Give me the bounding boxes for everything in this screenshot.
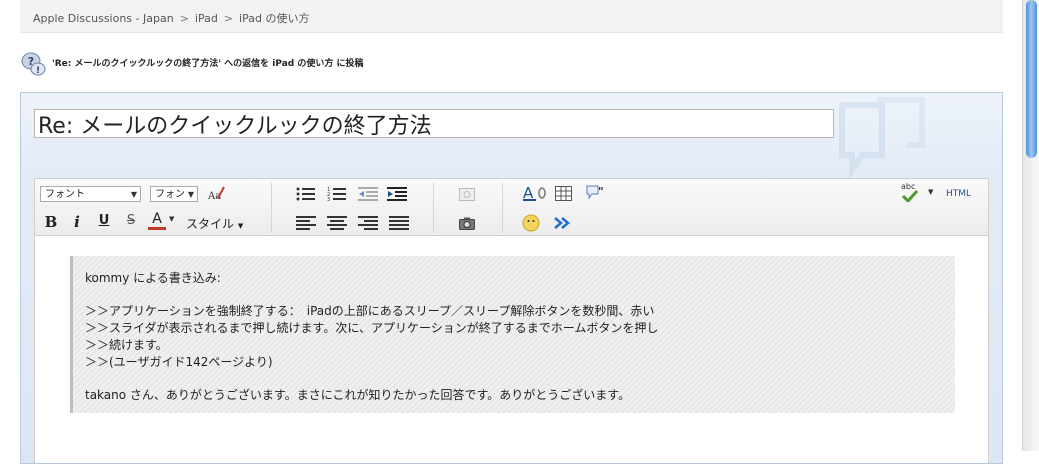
style-menu[interactable]: スタイル ▼ xyxy=(186,215,243,232)
chevron-down-icon: ▼ xyxy=(187,190,194,199)
quoted-message: kommy による書き込み: ＞＞アプリケーションを強制終了する： iPadの上… xyxy=(70,256,955,413)
page-title: 'Re: メールのクイックルックの終了方法' への返信を iPad の使い方 に… xyxy=(52,59,364,69)
toolbar-divider xyxy=(433,183,434,233)
clear-format-icon[interactable]: Aa xyxy=(206,184,226,202)
post-heading: ? ! 'Re: メールのクイックルックの終了方法' への返信を iPad の使… xyxy=(20,50,720,78)
svg-text:3: 3 xyxy=(327,197,330,202)
more-options-icon[interactable] xyxy=(554,217,572,229)
message-body-editor[interactable]: kommy による書き込み: ＞＞アプリケーションを強制終了する： iPadの上… xyxy=(34,236,989,463)
breadcrumb: Apple Discussions - Japan > iPad > iPad の使い方 xyxy=(33,10,309,26)
align-center-icon[interactable] xyxy=(327,216,347,230)
chevron-down-icon: ▼ xyxy=(237,222,244,230)
quote-icon[interactable]: " xyxy=(586,185,606,202)
scrollbar-thumb[interactable] xyxy=(1026,0,1037,158)
toolbar-divider xyxy=(271,183,272,233)
subject-input[interactable] xyxy=(34,109,834,138)
breadcrumb-link-ipad-usage[interactable]: iPad の使い方 xyxy=(239,12,309,25)
editor-toolbar: フォント ▼ フォン ▼ Aa B i U S A ▼ スタイル ▼ 1 2 3… xyxy=(34,178,989,236)
breadcrumb-bar: Apple Discussions - Japan > iPad > iPad の使い方 xyxy=(20,0,1003,33)
indent-icon[interactable] xyxy=(387,186,407,202)
table-icon[interactable] xyxy=(555,186,572,201)
strikethrough-button[interactable]: S xyxy=(122,212,140,230)
quote-line: ＞＞アプリケーションを強制終了する： iPadの上部にあるスリープ／スリープ解除… xyxy=(85,304,655,318)
page-scrollbar[interactable] xyxy=(1022,0,1039,451)
font-size-select-label: フォン xyxy=(155,189,185,200)
link-icon[interactable]: A xyxy=(523,184,547,202)
spellcheck-icon[interactable] xyxy=(901,190,919,202)
spellcheck-dropdown-icon[interactable]: ▼ xyxy=(928,188,933,196)
svg-text:": " xyxy=(598,185,604,198)
smiley-icon[interactable] xyxy=(522,214,540,232)
bullet-list-icon[interactable] xyxy=(296,186,316,202)
reply-text: takano さん、ありがとうございます。まさにこれが知りたかった回答です。あり… xyxy=(85,388,631,402)
camera-icon[interactable] xyxy=(459,217,475,230)
align-left-icon[interactable] xyxy=(296,216,316,230)
breadcrumb-link-discussions[interactable]: Apple Discussions - Japan xyxy=(33,12,174,25)
text-color-dropdown-icon[interactable]: ▼ xyxy=(169,215,174,223)
align-justify-icon[interactable] xyxy=(389,216,409,230)
numbered-list-icon[interactable]: 1 2 3 xyxy=(327,186,347,202)
speech-bubble-watermark-icon xyxy=(839,97,925,180)
font-family-select[interactable]: フォント ▼ xyxy=(40,186,141,202)
underline-button[interactable]: U xyxy=(95,212,113,230)
breadcrumb-link-ipad[interactable]: iPad xyxy=(195,12,218,25)
breadcrumb-separator: > xyxy=(179,12,189,25)
breadcrumb-separator: > xyxy=(223,12,234,25)
bold-button[interactable]: B xyxy=(42,213,60,231)
editor-panel: フォント ▼ フォン ▼ Aa B i U S A ▼ スタイル ▼ 1 xyxy=(20,92,1003,464)
style-menu-label: スタイル xyxy=(186,217,235,231)
italic-button[interactable]: i xyxy=(68,213,86,231)
html-mode-button[interactable]: HTML xyxy=(946,189,971,199)
quote-line: ＞＞続けます。 xyxy=(85,338,168,352)
question-bubble-icon: ? ! xyxy=(21,52,46,76)
chevron-down-icon: ▼ xyxy=(130,190,137,199)
font-size-select[interactable]: フォン ▼ xyxy=(150,186,198,202)
align-right-icon[interactable] xyxy=(358,216,378,230)
quote-author-line: kommy による書き込み: xyxy=(85,271,221,285)
insert-image-disabled-icon[interactable] xyxy=(459,188,475,201)
toolbar-divider xyxy=(502,183,503,233)
quote-line: ＞＞(ユーザガイド142ページより) xyxy=(85,355,273,369)
svg-text:!: ! xyxy=(36,66,40,76)
quote-line: ＞＞スライダが表示されるまで押し続けます。次に、アプリケーションが終了するまでホ… xyxy=(85,321,659,335)
font-family-select-label: フォント xyxy=(45,189,85,200)
outdent-icon[interactable] xyxy=(358,186,378,202)
text-color-button[interactable]: A xyxy=(148,211,166,230)
